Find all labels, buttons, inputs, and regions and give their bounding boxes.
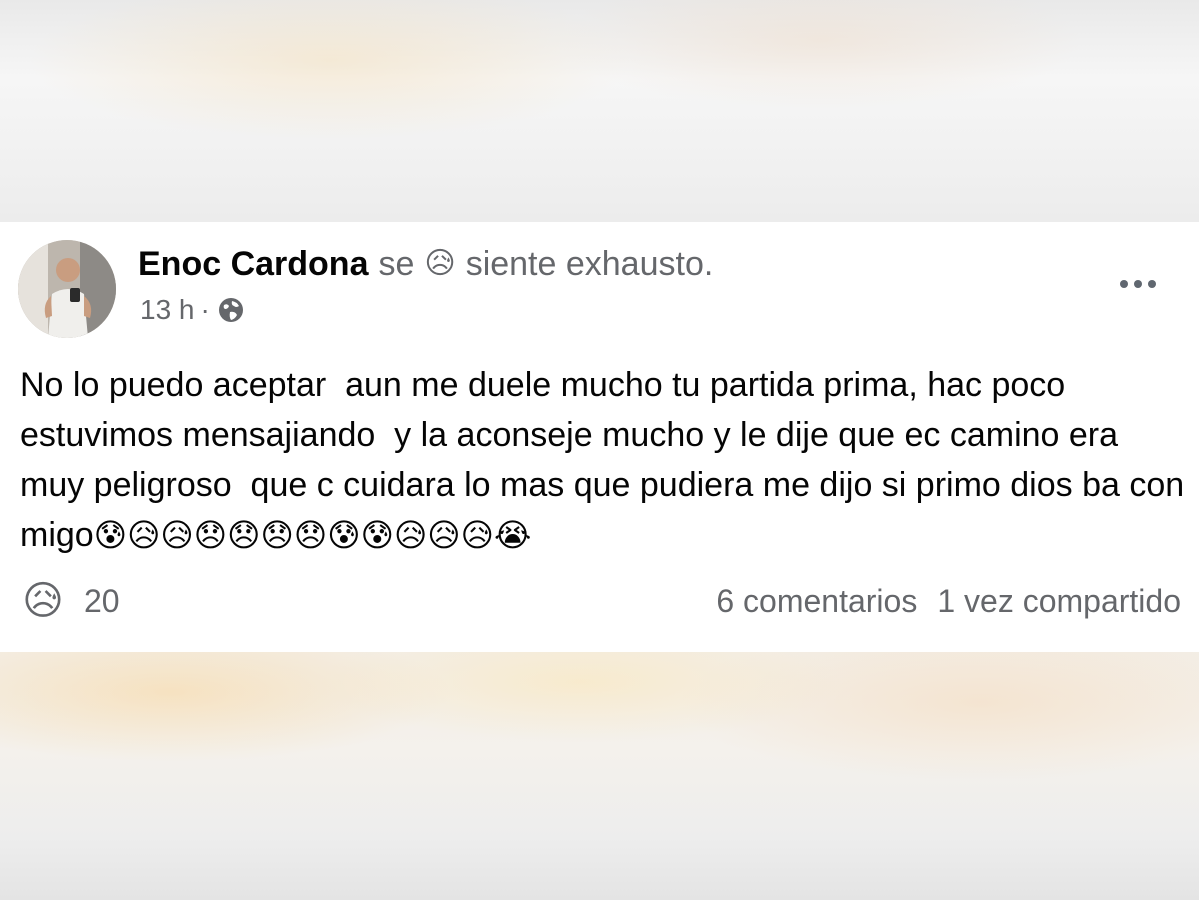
author-name[interactable]: Enoc Cardona (138, 245, 368, 284)
post-meta: 13 h · (140, 292, 246, 328)
sad-face-icon: 😥 (424, 247, 456, 280)
shares-count-link[interactable]: 1 vez compartido (937, 583, 1181, 620)
more-options-dot (1148, 280, 1156, 288)
more-options-button[interactable] (1108, 266, 1168, 302)
facebook-post-card: Enoc Cardona se 😥 siente exhausto. 13 h … (0, 222, 1199, 653)
globe-icon[interactable] (216, 295, 246, 325)
post-body: No lo puedo aceptar aun me duele mucho t… (20, 360, 1190, 560)
feeling-text[interactable]: siente exhausto. (466, 245, 714, 284)
blurred-background-top (0, 0, 1199, 222)
more-options-icon (1120, 280, 1128, 288)
reactions-summary[interactable]: 😥 20 (20, 576, 120, 626)
avatar[interactable] (18, 240, 116, 338)
avatar-photo (18, 240, 116, 338)
engagement-stats: 6 comentarios 1 vez compartido (716, 576, 1181, 626)
comments-count-link[interactable]: 6 comentarios (716, 583, 917, 620)
sad-reaction-icon: 😥 (22, 579, 64, 623)
post-emojis: 😰😥😥😞😞😞😞😰😰😥😥😥😭 (93, 517, 532, 553)
more-options-dot (1134, 280, 1142, 288)
post-timestamp[interactable]: 13 h (140, 294, 195, 326)
post-header-author-line: Enoc Cardona se 😥 siente exhausto. (138, 242, 713, 286)
meta-separator: · (200, 294, 210, 325)
feeling-prefix: se (378, 244, 415, 283)
blurred-background-bottom (0, 652, 1199, 900)
reaction-count: 20 (84, 582, 120, 619)
